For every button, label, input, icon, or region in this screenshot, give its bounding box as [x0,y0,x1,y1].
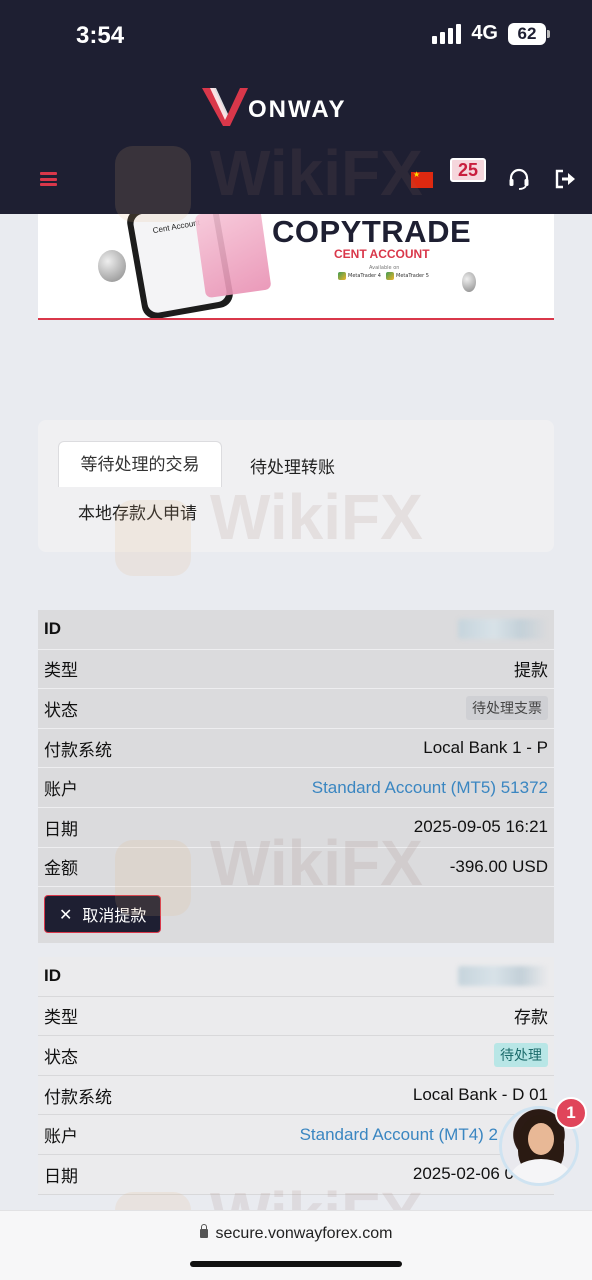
id-label: ID [44,966,61,986]
cancel-withdrawal-button[interactable]: ✕ 取消提款 [44,895,162,934]
type-value: 存款 [514,1008,548,1028]
coin-graphic [98,250,126,282]
banner-available-label: Available on [369,265,400,271]
language-flag-icon[interactable] [411,170,433,188]
coin-graphic [462,272,476,292]
lock-icon [199,1224,208,1238]
promo-banner[interactable]: Cent Account COPYTRADE CENT ACCOUNT Avai… [38,214,554,320]
record-id-row: ID [38,610,554,650]
amount-row: 金额 -396.00 USD [38,848,554,888]
tab-pending-transactions[interactable]: 等待处理的交易 [58,441,222,487]
payment-system-row: 付款系统 Local Bank - D 01 [38,1076,554,1116]
account-link[interactable]: Standard Account (MT4) 2 [300,1125,498,1145]
notifications-button[interactable]: 25 [450,158,486,186]
metatrader5-badge: MetaTrader 5 [386,272,429,280]
amount-value: -396.00 USD [449,856,548,876]
account-link[interactable]: Standard Account (MT5) 51372 [312,778,548,798]
status-badge: 待处理支票 [466,696,548,721]
type-value: 提款 [514,661,548,681]
tab-local-depositor-requests[interactable]: 本地存款人申请 [78,499,197,524]
menu-icon[interactable] [40,172,57,186]
transaction-record: ID 类型 存款 状态 待处理 付款系统 Local Bank - D 01 账… [38,957,554,1195]
status-row: 状态 待处理 [38,1036,554,1076]
v-logo-icon [202,88,248,126]
metatrader4-badge: MetaTrader 4 [338,272,381,280]
type-row: 类型 存款 [38,997,554,1037]
transaction-record: ID 类型 提款 状态 待处理支票 付款系统 Local Bank 1 - P … [38,610,554,944]
status-row: 状态 待处理支票 [38,689,554,729]
date-value: 2025-09-05 16:21 [413,817,548,837]
app-header: 3:54 4G 62 ONWAY 25 [0,0,592,214]
url-text: secure.vonwayforex.com [215,1225,393,1242]
transaction-tabs: 等待处理的交易 待处理转账 本地存款人申请 [38,420,554,552]
brand-name: ONWAY [248,96,347,123]
redacted-id [458,619,548,640]
close-icon: ✕ [59,904,73,924]
tab-pending-transfers[interactable]: 待处理转账 [250,453,335,478]
status-badge: 待处理 [494,1043,548,1068]
support-headset-icon[interactable] [508,168,530,190]
id-label: ID [44,619,61,639]
signal-icon [432,23,462,44]
cancel-row: ✕ 取消提款 [38,887,554,943]
banner-subtitle: CENT ACCOUNT [334,247,430,261]
url-display[interactable]: secure.vonwayforex.com [0,1224,592,1243]
browser-url-bar[interactable]: secure.vonwayforex.com [0,1210,592,1280]
payment-system-row: 付款系统 Local Bank 1 - P [38,729,554,769]
date-row: 日期 2025-02-06 0 [38,1155,554,1195]
battery-icon: 62 [508,22,550,45]
payment-system-value: Local Bank 1 - P [423,738,548,758]
network-type: 4G [471,22,498,44]
card-graphic [194,214,272,299]
payment-system-value: Local Bank - D 01 [412,1085,548,1105]
chat-unread-badge: 1 [555,1097,587,1129]
date-row: 日期 2025-09-05 16:21 [38,808,554,848]
account-row: 账户 Standard Account (MT5) 51372 [38,768,554,808]
record-id-row: ID [38,957,554,997]
battery-level: 62 [508,22,546,45]
logout-icon[interactable] [554,168,576,190]
brand-logo[interactable]: ONWAY [200,84,346,130]
redacted-id [458,966,548,987]
account-row: 账户 Standard Account (MT4) 2 [38,1115,554,1155]
status-time: 3:54 [76,22,125,49]
notification-count: 25 [450,158,486,182]
banner-title: COPYTRADE [272,214,472,249]
type-row: 类型 提款 [38,650,554,690]
status-icons: 4G 62 [432,22,550,45]
date-value: 2025-02-06 0 [412,1164,514,1184]
home-indicator[interactable] [190,1261,402,1267]
